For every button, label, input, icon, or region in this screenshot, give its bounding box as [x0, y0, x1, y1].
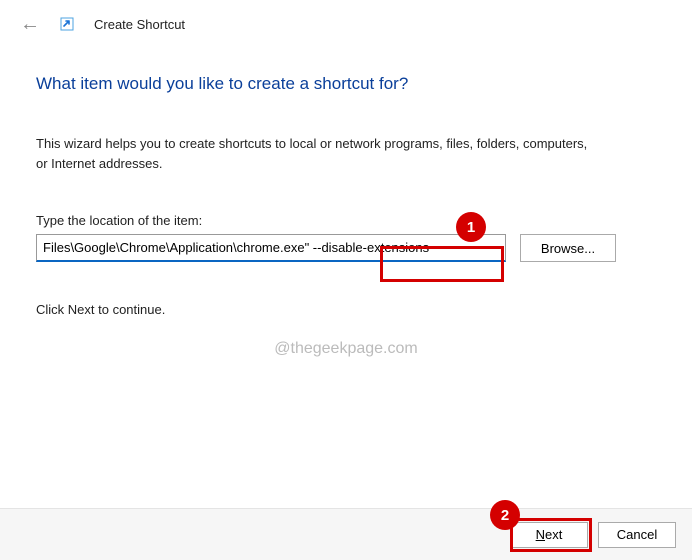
- wizard-header: ← Create Shortcut: [0, 0, 692, 44]
- next-rest: ext: [545, 527, 562, 542]
- page-heading: What item would you like to create a sho…: [36, 74, 656, 94]
- wizard-content: What item would you like to create a sho…: [0, 44, 692, 317]
- location-input[interactable]: [36, 234, 506, 262]
- next-button[interactable]: Next: [510, 522, 588, 548]
- location-row: Browse...: [36, 234, 656, 262]
- location-label: Type the location of the item:: [36, 213, 656, 228]
- shortcut-icon: [60, 17, 74, 31]
- back-arrow-icon: ←: [20, 14, 40, 34]
- wizard-description: This wizard helps you to create shortcut…: [36, 134, 596, 173]
- cancel-button[interactable]: Cancel: [598, 522, 676, 548]
- wizard-footer: Next Cancel: [0, 508, 692, 560]
- browse-button[interactable]: Browse...: [520, 234, 616, 262]
- next-mnemonic: N: [536, 527, 545, 542]
- header-title: Create Shortcut: [94, 17, 185, 32]
- continue-hint: Click Next to continue.: [36, 302, 656, 317]
- watermark-text: @thegeekpage.com: [274, 340, 417, 358]
